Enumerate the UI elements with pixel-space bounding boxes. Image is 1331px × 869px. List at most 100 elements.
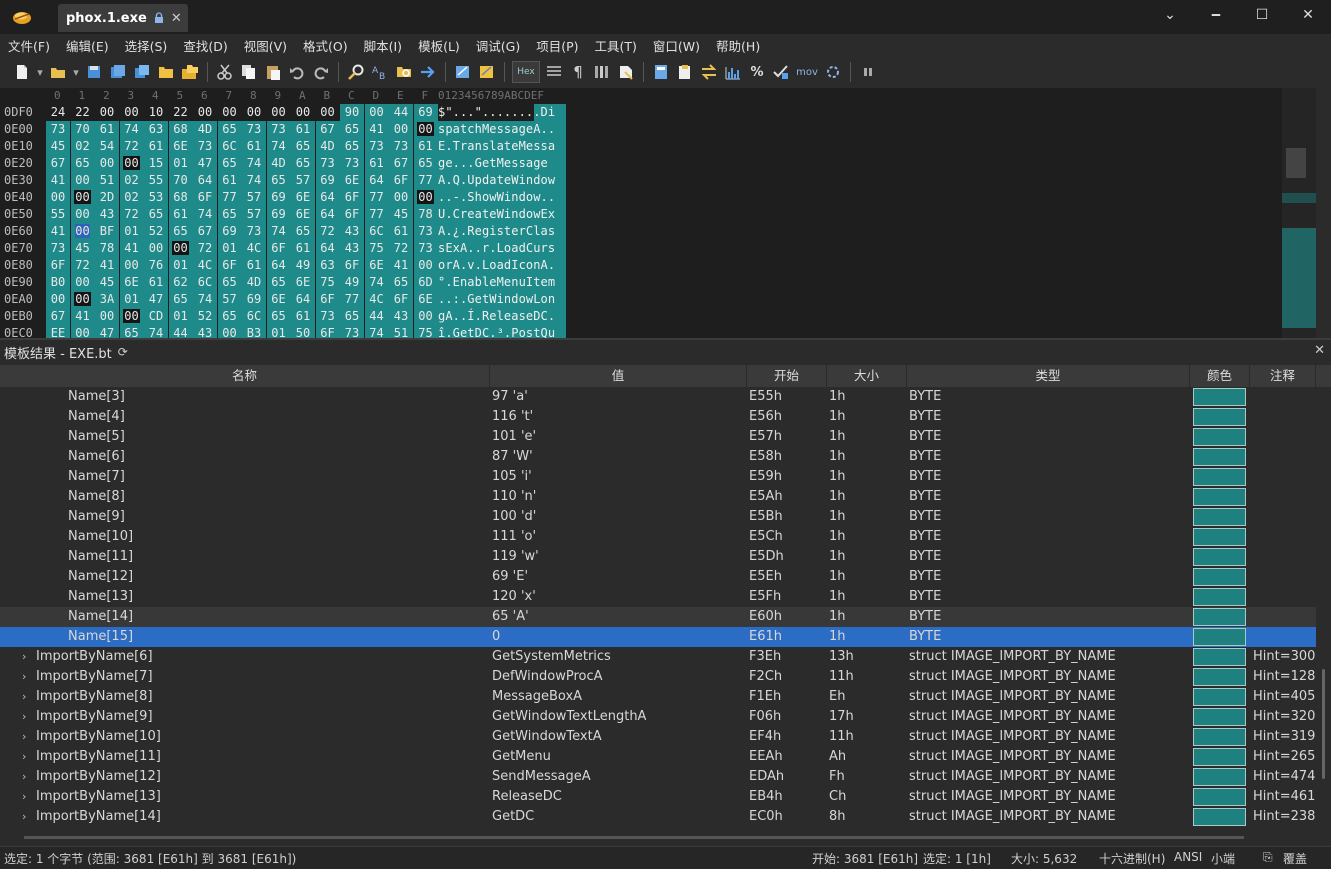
hex-byte[interactable]: 45: [70, 240, 95, 257]
template-color-swatch[interactable]: [1193, 508, 1246, 526]
hex-row-ascii[interactable]: spatchMessageA..: [438, 121, 566, 138]
hex-byte[interactable]: 45: [95, 274, 119, 291]
dropdown-arrow-icon[interactable]: ▾: [72, 62, 80, 82]
column-header-name[interactable]: 名称: [0, 365, 490, 387]
hex-byte[interactable]: 76: [144, 257, 168, 274]
hex-byte[interactable]: 00: [413, 308, 438, 325]
hex-byte[interactable]: 68: [168, 121, 193, 138]
hex-byte[interactable]: 41: [46, 223, 70, 240]
hex-byte[interactable]: 65: [389, 274, 413, 291]
template-color-swatch[interactable]: [1193, 468, 1246, 486]
save-all-icon[interactable]: [132, 62, 152, 82]
template-color-swatch[interactable]: [1193, 428, 1246, 446]
hex-byte[interactable]: 6F: [217, 257, 242, 274]
column-header-comment[interactable]: 注释: [1250, 365, 1316, 387]
template-row[interactable]: Name[3] 97 'a' E55h 1h BYTE: [0, 387, 1316, 407]
redo-icon[interactable]: [311, 62, 331, 82]
histogram-icon[interactable]: [723, 62, 743, 82]
template-row[interactable]: Name[14] 65 'A' E60h 1h BYTE: [0, 607, 1316, 627]
hex-byte[interactable]: 00: [119, 155, 144, 172]
hex-byte[interactable]: 65: [291, 155, 315, 172]
hex-byte[interactable]: 6E: [168, 138, 193, 155]
template-row[interactable]: › ImportByName[8] MessageBoxA F1Eh Eh struct …: [0, 687, 1316, 707]
hex-row-ascii[interactable]: °.EnableMenuItem: [438, 274, 566, 291]
expand-chevron-icon[interactable]: ›: [22, 667, 26, 687]
template-color-swatch[interactable]: [1193, 608, 1246, 626]
hex-row-ascii[interactable]: A.Q.UpdateWindow: [438, 172, 566, 189]
expand-chevron-icon[interactable]: ›: [22, 687, 26, 707]
hex-byte[interactable]: 73: [315, 155, 340, 172]
hex-byte[interactable]: 65: [340, 308, 364, 325]
menu-window[interactable]: 窗口(W): [645, 36, 708, 55]
hex-byte[interactable]: 77: [364, 189, 389, 206]
expand-chevron-icon[interactable]: ›: [22, 707, 26, 727]
hex-byte[interactable]: 65: [217, 206, 242, 223]
hex-byte[interactable]: 6E: [266, 291, 291, 308]
hex-byte[interactable]: 63: [315, 257, 340, 274]
hex-row[interactable]: 0EC0 EE 00 47 65 74 44 43 00 B3 01 50 6F 73 74 51 75 î.Ge…: [0, 325, 1280, 338]
hex-row[interactable]: 0E40 00 00 2D 02 53 68 6F 77 57 69 6E 64 6F 77 00 00 ..-.…: [0, 189, 1280, 206]
hex-byte[interactable]: 65: [168, 223, 193, 240]
hex-byte[interactable]: 6F: [315, 325, 340, 338]
column-header-value[interactable]: 值: [490, 365, 747, 387]
menu-project[interactable]: 项目(P): [528, 36, 586, 55]
bookmark-icon[interactable]: [616, 62, 636, 82]
hex-byte[interactable]: 6F: [389, 172, 413, 189]
hex-byte[interactable]: 00: [267, 104, 291, 121]
hex-byte[interactable]: 65: [217, 121, 242, 138]
hex-byte[interactable]: 73: [413, 240, 438, 257]
template-color-swatch[interactable]: [1193, 548, 1246, 566]
hex-row[interactable]: 0E30 41 00 51 02 55 70 64 61 74 65 57 69 6E 64 6F 77 A.Q.…: [0, 172, 1280, 189]
status-mode[interactable]: 十六进制(H): [1099, 850, 1165, 867]
new-file-icon[interactable]: [12, 62, 32, 82]
hex-byte[interactable]: 78: [413, 206, 438, 223]
scrollbar-thumb[interactable]: [24, 836, 1244, 839]
paste-icon[interactable]: [263, 62, 283, 82]
hex-byte[interactable]: 00: [70, 325, 95, 338]
template-row[interactable]: › ImportByName[9] GetWindowTextLengthA F06h…: [0, 707, 1316, 727]
hex-byte[interactable]: 00: [70, 223, 95, 240]
hex-byte[interactable]: 47: [144, 291, 168, 308]
template-color-swatch[interactable]: [1193, 588, 1246, 606]
hex-byte[interactable]: 4C: [193, 257, 217, 274]
hex-byte[interactable]: 00: [316, 104, 340, 121]
calculator-icon[interactable]: [651, 62, 671, 82]
hex-byte[interactable]: 01: [266, 325, 291, 338]
save-as-icon[interactable]: [108, 62, 128, 82]
hex-byte[interactable]: 41: [364, 121, 389, 138]
hex-byte[interactable]: B0: [46, 274, 70, 291]
find-icon[interactable]: [346, 62, 366, 82]
hex-row-ascii[interactable]: orA.v.LoadIconA.: [438, 257, 566, 274]
pilcrow-icon[interactable]: ¶: [568, 62, 588, 82]
hex-byte[interactable]: 4C: [364, 291, 389, 308]
template-horizontal-scrollbar[interactable]: [0, 830, 1316, 844]
template-color-swatch[interactable]: [1193, 808, 1246, 826]
hex-byte[interactable]: 00: [144, 240, 168, 257]
hex-byte[interactable]: 00: [46, 189, 70, 206]
hex-byte[interactable]: 73: [340, 325, 364, 338]
column-header-start[interactable]: 开始: [747, 365, 827, 387]
hex-byte[interactable]: 41: [46, 172, 70, 189]
template-row[interactable]: › ImportByName[13] ReleaseDC EB4h Ch struct I…: [0, 787, 1316, 807]
hex-row[interactable]: 0E50 55 00 43 72 65 61 74 65 57 69 6E 64 6F 77 45 78 U.Cr…: [0, 206, 1280, 223]
menu-script[interactable]: 脚本(I): [356, 36, 410, 55]
template-color-swatch[interactable]: [1193, 448, 1246, 466]
template-row[interactable]: › ImportByName[11] GetMenu EEAh Ah struct IMA…: [0, 747, 1316, 767]
template-row[interactable]: Name[7] 105 'i' E59h 1h BYTE: [0, 467, 1316, 487]
hex-row-ascii[interactable]: $"..."........Di: [438, 104, 566, 121]
hex-byte[interactable]: 70: [168, 172, 193, 189]
hex-byte[interactable]: 65: [217, 155, 242, 172]
hex-byte[interactable]: 00: [413, 121, 438, 138]
open-folder-icon[interactable]: [48, 62, 68, 82]
hex-row-ascii[interactable]: U.CreateWindowEx: [438, 206, 566, 223]
hex-byte[interactable]: 75: [413, 325, 438, 338]
hex-byte[interactable]: 00: [389, 189, 413, 206]
hex-row[interactable]: 0E70 73 45 78 41 00 00 72 01 4C 6F 61 64 43 75 72 73 sExA…: [0, 240, 1280, 257]
hex-byte[interactable]: 43: [193, 325, 217, 338]
hex-row[interactable]: 0E00 73 70 61 74 63 68 4D 65 73 73 61 67 65 41 00 00 spat…: [0, 121, 1280, 138]
hex-row-ascii[interactable]: ge...GetMessage: [438, 155, 566, 172]
hex-byte[interactable]: 01: [168, 155, 193, 172]
workspace-icon[interactable]: [180, 62, 200, 82]
template-row[interactable]: › ImportByName[6] GetSystemMetrics F3Eh 13h s…: [0, 647, 1316, 667]
expand-chevron-icon[interactable]: ›: [22, 727, 26, 747]
